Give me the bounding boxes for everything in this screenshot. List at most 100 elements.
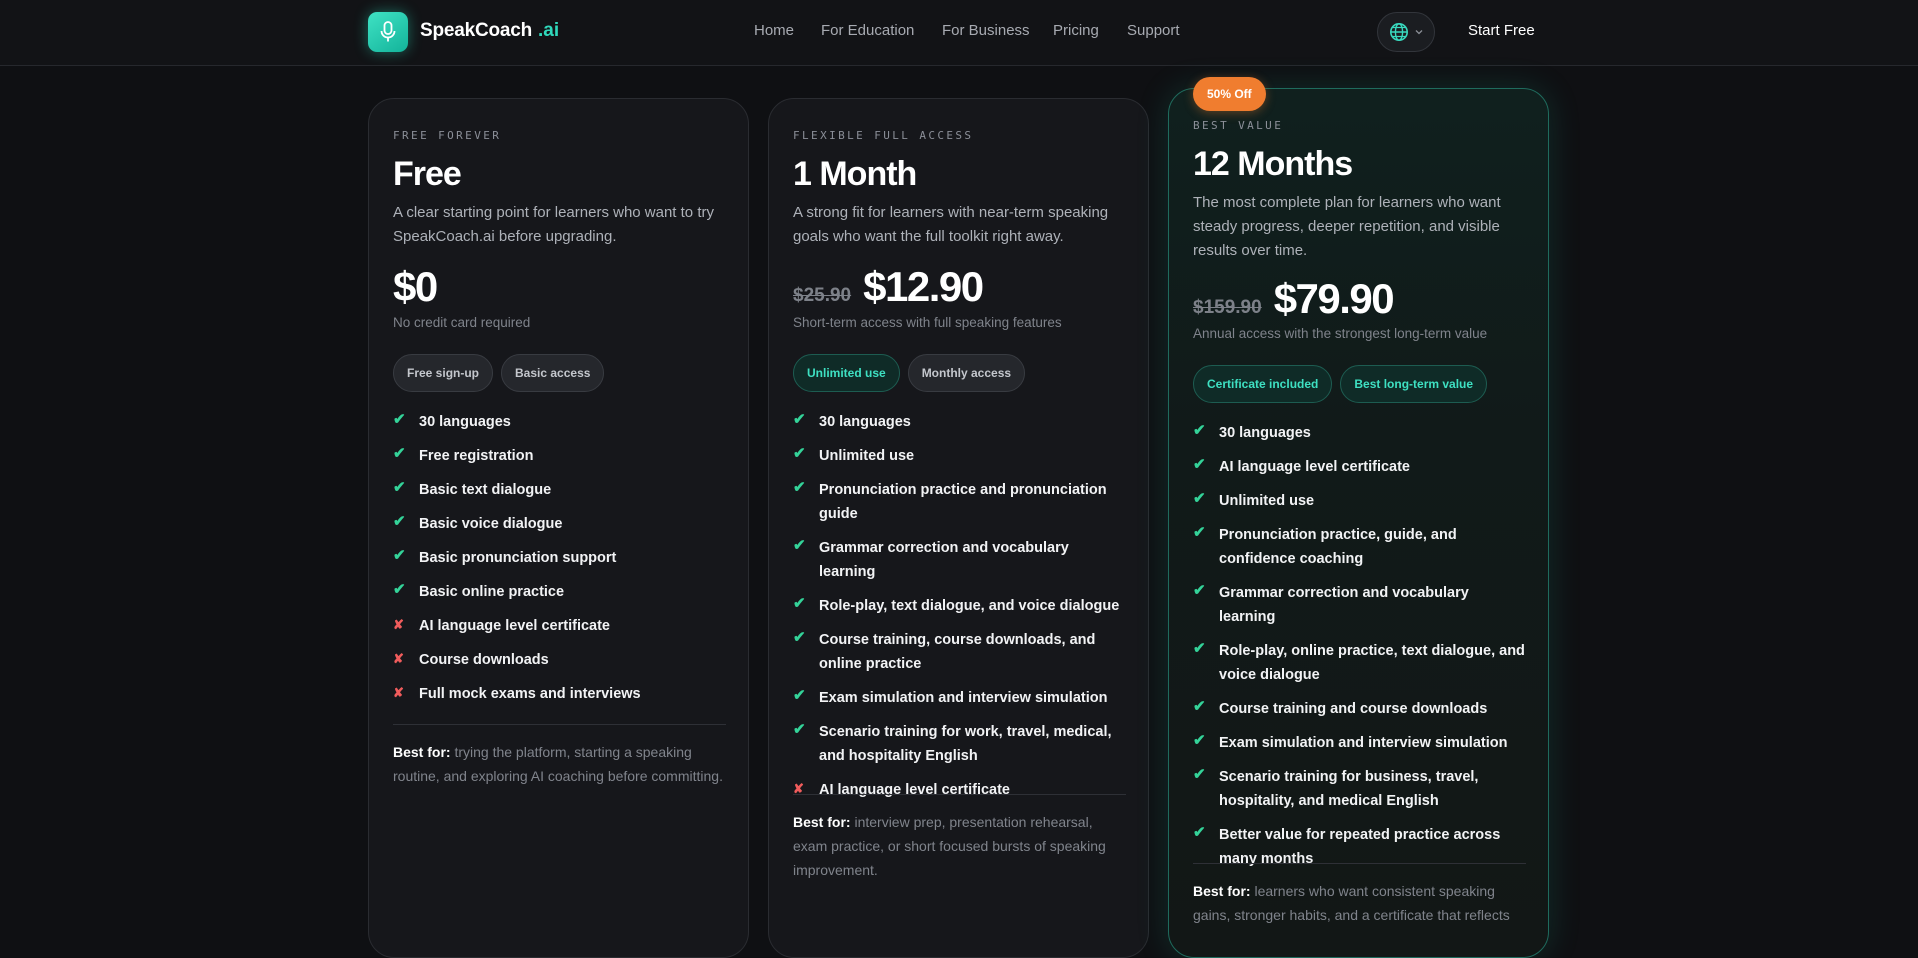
divider xyxy=(793,794,1126,795)
cross-icon: ✘ xyxy=(793,781,804,796)
best-for-label: Best for: xyxy=(393,744,451,760)
feature-item: ✔ Grammar correction and vocabulary learn… xyxy=(1193,581,1528,629)
chevron-down-icon xyxy=(1415,30,1423,35)
feature-item: ✘ AI language level certificate xyxy=(393,614,728,638)
plan-kicker: FLEXIBLE FULL ACCESS xyxy=(793,129,974,142)
plan-card-1-month: FLEXIBLE FULL ACCESS 1 Month A strong fi… xyxy=(768,98,1149,958)
original-price: $159.90 xyxy=(1193,297,1262,318)
discount-badge: 50% Off xyxy=(1193,77,1266,111)
plan-name: 1 Month xyxy=(793,155,917,193)
feature-item: ✔ AI language level certificate xyxy=(1193,455,1528,479)
plan-description: The most complete plan for learners who … xyxy=(1193,194,1501,259)
price-row: $25.90 $12.90 xyxy=(793,263,984,311)
feature-item: ✔ 30 languages xyxy=(393,410,728,434)
feature-item: ✔ Unlimited use xyxy=(1193,489,1528,513)
top-nav: SpeakCoach .ai Home For Education For Bu… xyxy=(0,0,1918,66)
plan-name: Free xyxy=(393,155,462,193)
tag-badge: Best long-term value xyxy=(1340,365,1488,403)
nav-link-pricing[interactable]: Pricing xyxy=(1053,22,1099,39)
check-icon: ✔ xyxy=(1193,490,1206,507)
brand-suffix[interactable]: .ai xyxy=(538,20,559,42)
feature-item: ✔ Course training and course downloads xyxy=(1193,697,1528,721)
best-for-text: Best for: learners who want consistent s… xyxy=(1193,883,1510,923)
plan-kicker: FREE FOREVER xyxy=(393,129,502,142)
tag-badge: Certificate included xyxy=(1193,365,1333,403)
feature-item: ✔ Basic voice dialogue xyxy=(393,512,728,536)
feature-item: ✔ Exam simulation and interview simulatio… xyxy=(793,686,1128,710)
cross-icon: ✘ xyxy=(393,617,404,632)
tag-badge: Free sign-up xyxy=(393,354,494,392)
best-for-text: Best for: trying the platform, starting … xyxy=(393,744,723,784)
plan-card-12-months: 50% Off BEST VALUE 12 Months The most co… xyxy=(1168,77,1549,958)
check-icon: ✔ xyxy=(793,537,806,554)
plan-price: $0 xyxy=(393,263,438,310)
feature-item: ✔ Course training, course downloads, and … xyxy=(793,628,1128,676)
feature-item: ✔ Basic pronunciation support xyxy=(393,546,728,570)
check-icon: ✔ xyxy=(1193,524,1206,541)
check-icon: ✔ xyxy=(1193,732,1206,749)
plan-price: $12.90 xyxy=(863,263,984,310)
check-icon: ✔ xyxy=(1193,824,1206,841)
brand-name[interactable]: SpeakCoach xyxy=(420,20,532,42)
nav-link-for-education[interactable]: For Education xyxy=(821,22,914,39)
price-note: Annual access with the strongest long-te… xyxy=(1193,326,1488,341)
original-price: $25.90 xyxy=(793,285,852,306)
check-icon: ✔ xyxy=(393,411,406,428)
feature-item: ✔ 30 languages xyxy=(1193,421,1528,445)
plan-kicker: BEST VALUE xyxy=(1193,119,1284,132)
check-icon: ✔ xyxy=(393,513,406,530)
price-row: $159.90 $79.90 xyxy=(1193,275,1395,323)
feature-item: ✔ Scenario training for business, travel,… xyxy=(1193,765,1528,813)
tag-badge: Unlimited use xyxy=(793,354,900,392)
best-for-label: Best for: xyxy=(1193,883,1251,899)
price-note: No credit card required xyxy=(393,315,531,330)
check-icon: ✔ xyxy=(1193,698,1206,715)
feature-item: ✘ AI language level certificate xyxy=(793,778,1128,802)
plan-tags: Certificate included Best long-term valu… xyxy=(1193,365,1488,403)
divider xyxy=(393,724,726,725)
feature-item: ✔ Role-play, online practice, text dialog… xyxy=(1193,639,1528,687)
check-icon: ✔ xyxy=(793,479,806,496)
language-selector[interactable] xyxy=(1377,12,1435,52)
check-icon: ✔ xyxy=(1193,582,1206,599)
best-for-label: Best for: xyxy=(793,814,851,830)
price-note: Short-term access with full speaking fea… xyxy=(793,315,1062,330)
feature-item: ✔ Basic text dialogue xyxy=(393,478,728,502)
nav-link-for-business[interactable]: For Business xyxy=(942,22,1030,39)
check-icon: ✔ xyxy=(1193,640,1206,657)
check-icon: ✔ xyxy=(393,547,406,564)
feature-item: ✔ Grammar correction and vocabulary learn… xyxy=(793,536,1128,584)
tag-badge: Basic access xyxy=(501,354,605,392)
feature-item: ✔ Role-play, text dialogue, and voice dia… xyxy=(793,594,1128,618)
nav-link-home[interactable]: Home xyxy=(754,22,794,39)
nav-link-support[interactable]: Support xyxy=(1127,22,1180,39)
check-icon: ✔ xyxy=(393,581,406,598)
check-icon: ✔ xyxy=(793,721,806,738)
feature-item: ✔ Pronunciation practice and pronunciatio… xyxy=(793,478,1128,526)
check-icon: ✔ xyxy=(793,595,806,612)
plan-description: A strong fit for learners with near-term… xyxy=(793,204,1109,245)
check-icon: ✔ xyxy=(793,445,806,462)
feature-item: ✔ 30 languages xyxy=(793,410,1128,434)
feature-item: ✔ Basic online practice xyxy=(393,580,728,604)
feature-item: ✔ Unlimited use xyxy=(793,444,1128,468)
microphone-logo-icon[interactable] xyxy=(368,12,408,52)
feature-item: ✘ Full mock exams and interviews xyxy=(393,682,728,706)
check-icon: ✔ xyxy=(393,445,406,462)
plan-description: A clear starting point for learners who … xyxy=(393,204,714,245)
feature-item: ✔ Free registration xyxy=(393,444,728,468)
feature-list: ✔ 30 languages ✔ AI language level certifi… xyxy=(1193,421,1528,881)
price-row: $0 xyxy=(393,263,438,311)
check-icon: ✔ xyxy=(793,629,806,646)
feature-item: ✔ Pronunciation practice, guide, and conf… xyxy=(1193,523,1528,571)
feature-item: ✔ Scenario training for work, travel, med… xyxy=(793,720,1128,768)
plan-tags: Unlimited use Monthly access xyxy=(793,354,1026,392)
feature-item: ✘ Course downloads xyxy=(393,648,728,672)
tag-badge: Monthly access xyxy=(907,354,1026,392)
cross-icon: ✘ xyxy=(393,651,404,666)
globe-icon xyxy=(1390,23,1408,41)
feature-list: ✔ 30 languages ✔ Free registration ✔ Basic … xyxy=(393,410,728,716)
start-free-link[interactable]: Start Free xyxy=(1468,22,1535,39)
check-icon: ✔ xyxy=(793,687,806,704)
divider xyxy=(1193,863,1526,864)
